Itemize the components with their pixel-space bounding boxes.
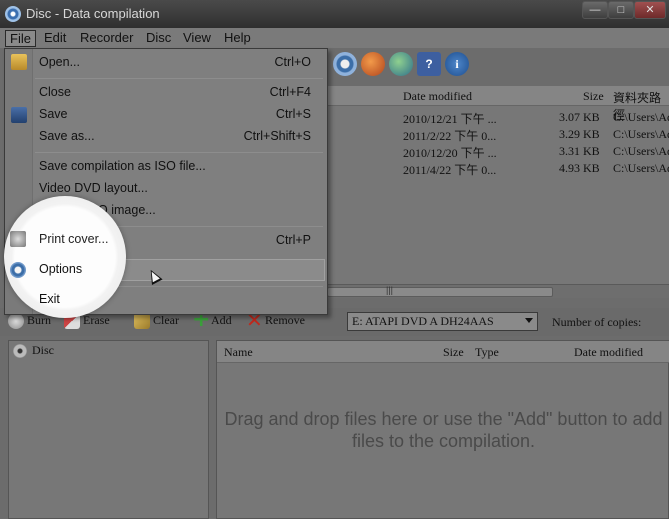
menu-item-label: Save as... [39,129,95,143]
menu-item-label: Save [39,107,68,121]
plus-icon: + [192,307,211,333]
folder-icon [11,54,27,70]
row-date: 2010/12/21 下午 ... [403,112,497,126]
exit-label[interactable]: Exit [39,292,60,306]
scrollbar-thumb[interactable]: ||| [327,285,553,297]
column-date-modified[interactable]: Date modified [403,89,472,104]
menu-recorder[interactable]: Recorder [76,30,137,47]
drive-select-value: E: ATAPI DVD A DH24AAS [352,314,494,328]
menu-item-label: Open... [39,55,80,69]
options-label[interactable]: Options [39,262,82,276]
row-path: C:\Users\Ad [613,144,669,158]
remove-x-icon: ✕ [246,308,263,333]
info-icon[interactable]: i [445,52,469,76]
menu-item-video-dvd-layout[interactable]: Video DVD layout... [35,177,325,199]
maximize-button[interactable]: □ [608,1,634,19]
row-date: 2011/2/22 下午 0... [403,129,497,143]
menu-item-label: Save compilation as ISO file... [39,159,206,173]
menu-view[interactable]: View [179,30,215,47]
tree-item-disc[interactable]: Disc [13,343,54,359]
burn-button[interactable]: Burn [8,313,51,333]
disc-burn-icon [8,313,24,330]
menu-item-close[interactable]: Close Ctrl+F4 [35,81,325,103]
menu-item-shortcut: Ctrl+S [275,107,311,121]
menu-file[interactable]: File [5,30,36,47]
menu-item-save[interactable]: Save Ctrl+S [35,103,325,125]
print-cover-label-highlight: Print cover... [39,232,109,246]
compilation-header: Name Size Type Date modified [217,341,669,363]
remove-label: Remove [265,313,305,327]
title-bar: Disc - Data compilation — □ ✕ [0,0,669,28]
spotlight-highlight [4,196,126,318]
menu-bar: File Edit Recorder Disc View Help [0,28,669,48]
copies-label: Number of copies: [552,315,642,329]
remove-button[interactable]: ✕ Remove [246,308,305,333]
row-path: C:\Users\Ad [613,161,669,175]
gear-icon [10,262,26,278]
menu-disc[interactable]: Disc [142,30,175,47]
broom-icon [134,313,150,330]
row-size: 3.31 KB [559,144,600,158]
gear-icon[interactable] [333,52,357,76]
column-date-modified[interactable]: Date modified [574,345,643,360]
row-size: 4.93 KB [559,161,600,175]
menu-item-shortcut: Ctrl+F4 [269,85,311,99]
app-window: Disc - Data compilation — □ ✕ File Edit … [0,0,669,519]
window-title: Disc - Data compilation [26,6,160,21]
menu-item-open[interactable]: Open... Ctrl+O [35,51,325,73]
column-name[interactable]: Name [224,345,253,360]
disc-icon [13,344,27,359]
help-icon[interactable]: ? [417,52,441,76]
menu-item-shortcut: Ctrl+Shift+S [243,129,311,143]
row-path: C:\Users\Ad [613,110,669,124]
printer-icon [10,231,26,247]
list-header: Date modified Size 資料夾路徑 [327,86,669,122]
compilation-file-list[interactable]: Name Size Type Date modified Drag and dr… [216,340,669,519]
chevron-down-icon [525,318,533,323]
menu-item-save-iso[interactable]: Save compilation as ISO file... [35,155,325,177]
row-path: C:\Users\Ad [613,127,669,141]
clear-button[interactable]: Clear [134,313,179,333]
menu-edit[interactable]: Edit [40,30,70,47]
grip-icon: ||| [386,285,394,295]
floppy-icon [11,107,27,123]
row-date: 2011/4/22 下午 0... [403,163,497,177]
close-button[interactable]: ✕ [634,1,666,19]
menu-item-shortcut: Ctrl+O [274,55,311,69]
disc-tree: Disc [8,340,209,519]
menu-item-save-as[interactable]: Save as... Ctrl+Shift+S [35,125,325,147]
row-date: 2010/12/20 下午 ... [403,146,497,160]
minimize-button[interactable]: — [582,1,608,19]
erase-label: Erase [83,313,110,327]
drive-select[interactable]: E: ATAPI DVD A DH24AAS [347,312,538,331]
horizontal-scrollbar[interactable]: ||| [327,284,669,298]
menu-item-shortcut: Ctrl+P [275,233,311,247]
column-size[interactable]: Size [583,89,604,104]
tree-item-label: Disc [32,343,54,357]
column-type[interactable]: Type [475,345,499,360]
add-button[interactable]: +Add [192,307,232,333]
menu-separator [35,152,323,153]
row-size: 3.29 KB [559,127,600,141]
add-label: Add [211,313,232,327]
burn-icon[interactable] [361,52,385,76]
drop-hint: Drag and drop files here or use the "Add… [224,409,663,451]
recent-files-list: Date modified Size 資料夾路徑 2010/12/21 下午 .… [327,86,669,286]
row-size: 3.07 KB [559,110,600,124]
menu-item-label: Close [39,85,71,99]
clear-label: Clear [153,313,179,327]
menu-help[interactable]: Help [220,30,255,47]
menu-separator [35,78,323,79]
disc-app-icon [5,6,21,22]
column-size[interactable]: Size [443,345,464,360]
globe-icon[interactable] [389,52,413,76]
